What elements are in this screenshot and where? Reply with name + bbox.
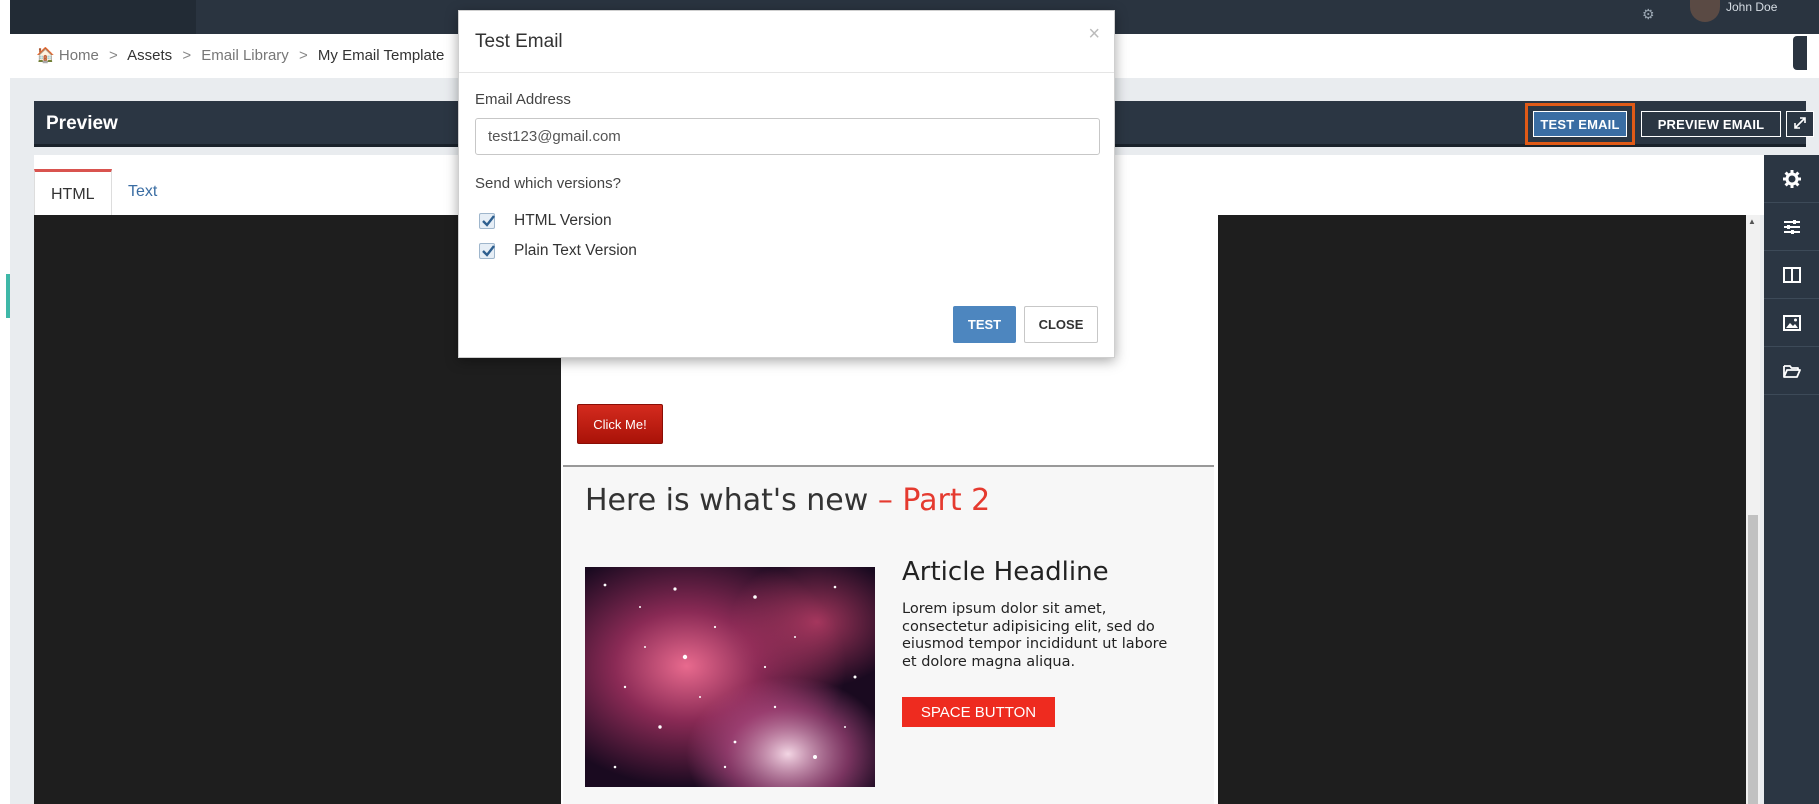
section-heading: Here is what's new – Part 2 [585,483,990,518]
scrollbar-thumb[interactable] [1748,515,1758,804]
expand-icon[interactable] [1786,111,1814,137]
preview-scrollbar[interactable]: ▲ [1746,215,1760,804]
gear-icon[interactable] [1764,155,1819,203]
left-edge [0,0,10,804]
breadcrumb-separator: > [182,47,192,64]
folder-open-icon[interactable] [1764,347,1819,395]
click-me-button[interactable]: Click Me! [577,404,663,444]
tool-sidebar [1764,155,1819,804]
left-accent-bar [6,274,10,318]
home-icon[interactable]: 🏠 [36,47,55,64]
columns-icon[interactable] [1764,251,1819,299]
html-version-label: HTML Version [514,212,612,229]
tab-text[interactable]: Text [112,169,173,215]
preview-email-button[interactable]: PREVIEW EMAIL [1641,111,1781,137]
plain-text-version-label: Plain Text Version [514,242,637,259]
space-button[interactable]: SPACE BUTTON [902,697,1055,727]
breadcrumb: 🏠 Home > Assets > Email Library > My Ema… [36,46,444,64]
email-address-input[interactable] [475,118,1100,155]
image-icon[interactable] [1764,299,1819,347]
breadcrumb-assets[interactable]: Assets [127,47,172,64]
versions-label: Send which versions? [475,175,621,192]
bell-icon[interactable]: ⚙ [1642,6,1655,23]
tab-html[interactable]: HTML [34,169,112,215]
breadcrumb-email-library[interactable]: Email Library [201,47,289,64]
test-email-button[interactable]: TEST EMAIL [1533,111,1627,137]
side-toggle[interactable] [1793,36,1807,70]
section-heading-accent: – Part 2 [877,483,991,518]
email-section-part2: Here is what's new – Part 2 Article Head… [563,465,1214,804]
scroll-up-icon[interactable]: ▲ [1748,217,1756,226]
article-body: Lorem ipsum dolor sit amet, consectetur … [902,601,1168,670]
html-version-checkbox[interactable] [479,213,495,229]
close-button[interactable]: CLOSE [1024,306,1098,343]
breadcrumb-current: My Email Template [317,47,445,64]
modal-header: Test Email × [459,11,1114,73]
modal-title: Test Email [475,31,563,52]
test-email-modal: Test Email × Email Address Send which ve… [458,10,1115,358]
app-root: ⚙ John Doe 🏠 Home > Assets > Email Libra… [0,0,1819,804]
test-button[interactable]: TEST [953,306,1016,343]
user-name[interactable]: John Doe [1726,0,1777,14]
email-address-label: Email Address [475,91,571,108]
article-headline: Article Headline [902,557,1109,587]
section-heading-text: Here is what's new [585,483,869,518]
space-nebula-image [585,567,875,787]
breadcrumb-separator: > [109,47,118,64]
close-icon[interactable]: × [1088,23,1100,46]
preview-title: Preview [46,113,118,134]
breadcrumb-separator: > [298,47,308,64]
plain-text-version-checkbox[interactable] [479,243,495,259]
sliders-icon[interactable] [1764,203,1819,251]
avatar[interactable] [1690,0,1720,22]
brand-strip [10,0,196,34]
breadcrumb-home[interactable]: Home [59,47,99,64]
